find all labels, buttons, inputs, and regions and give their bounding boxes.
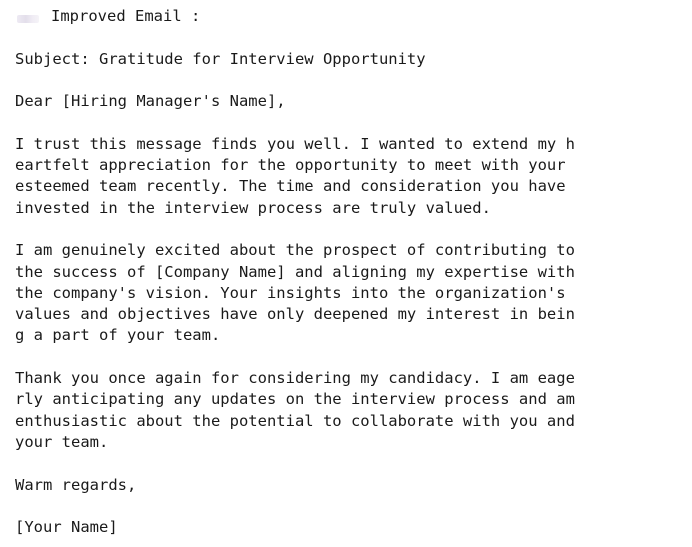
email-paragraph-2: I am genuinely excited about the prospec… [15,240,687,346]
email-greeting: Dear [Hiring Manager's Name], [15,92,286,111]
email-subject: Subject: Gratitude for Interview Opportu… [15,49,426,68]
paragraph-line: enthusiastic about the potential to coll… [15,411,575,430]
email-closing: Warm regards, [15,475,137,494]
email-paragraph-1: I trust this message finds you well. I w… [15,134,687,219]
paragraph-line: esteemed team recently. The time and con… [15,177,566,196]
paragraph-line: your team. [15,432,109,451]
email-header: Improved Email : [15,6,687,27]
paragraph-line: g a part of your team. [15,326,221,345]
paragraph-line: I trust this message finds you well. I w… [15,134,575,153]
paragraph-line: eartfelt appreciation for the opportunit… [15,156,566,175]
email-signature: [Your Name] [15,518,118,537]
paragraph-line: rly anticipating any updates on the inte… [15,390,575,409]
paragraph-line: Thank you once again for considering my … [15,369,575,388]
paragraph-line: invested in the interview process are tr… [15,198,491,217]
email-header-title: Improved Email : [51,7,201,25]
redacted-avatar-icon [17,14,39,23]
paragraph-line: I am genuinely excited about the prospec… [15,241,575,260]
email-document: Improved Email : Subject: Gratitude for … [15,6,687,538]
paragraph-line: the success of [Company Name] and aligni… [15,262,575,281]
paragraph-line: values and objectives have only deepened… [15,305,575,324]
paragraph-line: the company's vision. Your insights into… [15,283,566,302]
email-paragraph-3: Thank you once again for considering my … [15,368,687,453]
